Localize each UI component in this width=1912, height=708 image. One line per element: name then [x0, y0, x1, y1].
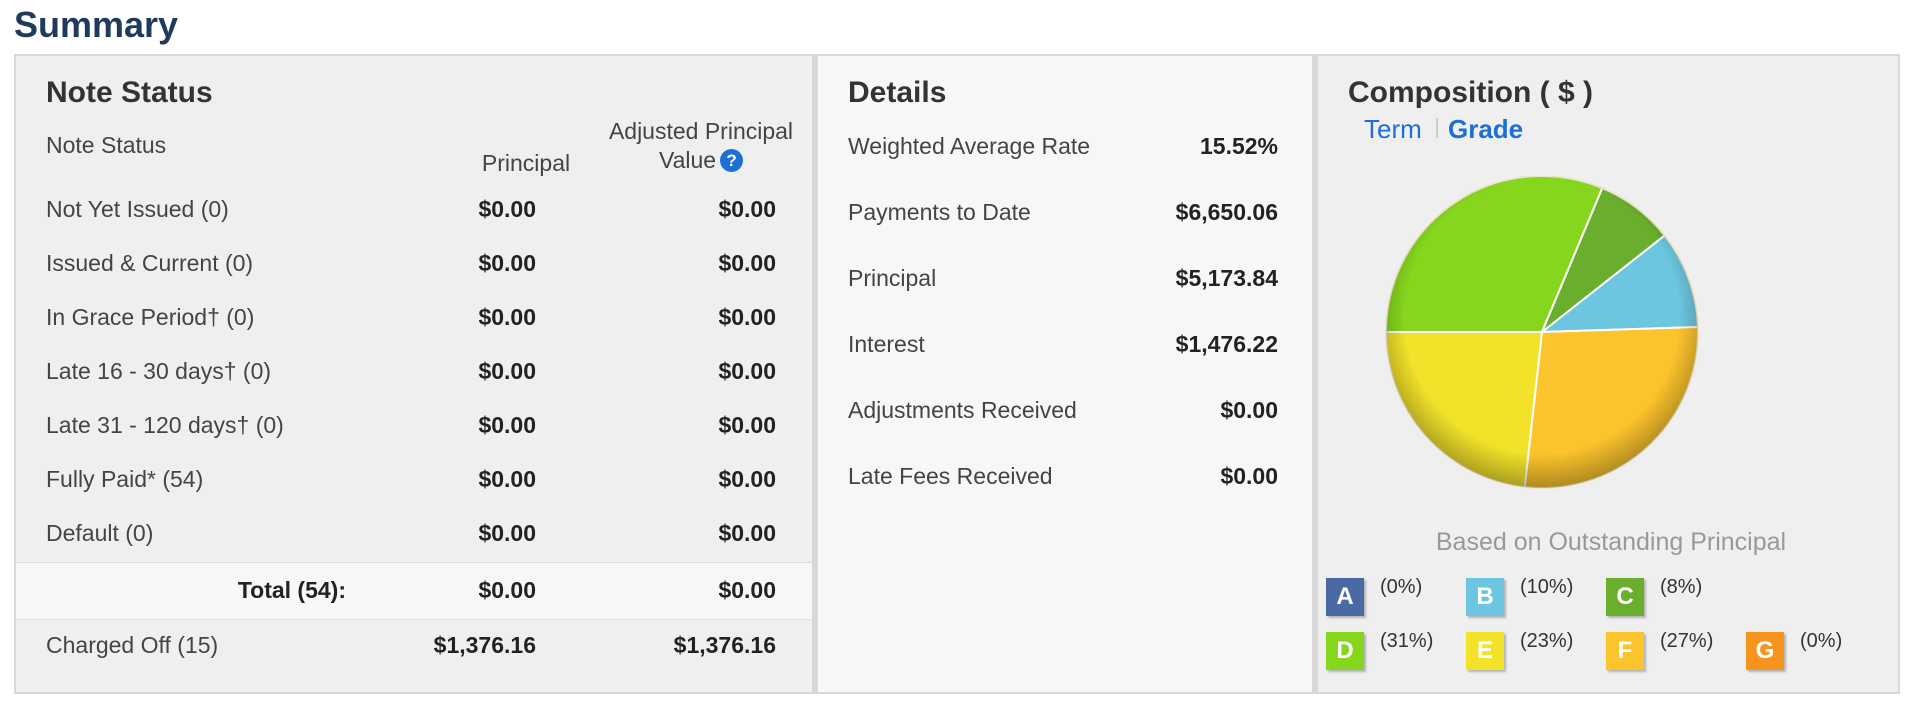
legend-item-f: F (27%) [1606, 630, 1756, 674]
tab-term[interactable]: Term [1364, 114, 1422, 145]
status-row-label: Issued & Current (0) [46, 250, 254, 276]
detail-label-payments-to-date: Payments to Date [848, 199, 1031, 225]
details-panel: Details Weighted Average Rate 15.52% Pay… [814, 54, 1314, 694]
status-row-principal: $0.00 [478, 412, 536, 438]
pie-shading [1385, 176, 1699, 489]
status-row-adjusted: $0.00 [718, 520, 776, 546]
column-header-principal: Principal [481, 150, 571, 176]
status-row-adjusted: $0.00 [718, 412, 776, 438]
column-header-adjusted-line1: Adjusted Principal [608, 118, 794, 144]
legend-item-b: B (10%) [1466, 576, 1616, 620]
status-row-principal: $0.00 [478, 196, 536, 222]
status-row-principal: $0.00 [478, 250, 536, 276]
legend-badge-a: A [1326, 578, 1364, 616]
status-row-adjusted: $0.00 [718, 466, 776, 492]
detail-value-interest: $1,476.22 [1175, 331, 1278, 357]
detail-label-principal: Principal [848, 265, 937, 291]
legend-percent-g: (0%) [1800, 630, 1843, 652]
status-row-label: Default (0) [46, 520, 154, 546]
status-row-late-31-120: Late 31 - 120 days† (0) $0.00 $0.00 [16, 402, 812, 456]
composition-caption: Based on Outstanding Principal [1435, 528, 1787, 556]
page-title: Summary [14, 4, 179, 45]
legend-percent-a: (0%) [1380, 576, 1423, 598]
legend-badge-g: G [1746, 632, 1784, 670]
status-row-label: Late 31 - 120 days† (0) [46, 412, 284, 438]
status-row-label: Late 16 - 30 days† (0) [46, 358, 272, 384]
note-status-panel: Note Status Note Status Principal Adjust… [14, 54, 814, 694]
status-row-not-yet-issued: Not Yet Issued (0) $0.00 $0.00 [16, 186, 812, 240]
charged-off-adjusted: $1,376.16 [673, 632, 776, 658]
status-row-principal: $0.00 [478, 304, 536, 330]
detail-value-principal: $5,173.84 [1175, 265, 1278, 291]
composition-pie-chart [1384, 176, 1699, 489]
charged-off-label: Charged Off (15) [46, 632, 219, 658]
tab-grade[interactable]: Grade [1448, 114, 1523, 145]
legend-percent-f: (27%) [1660, 630, 1714, 652]
total-adjusted: $0.00 [718, 577, 776, 603]
status-row-fully-paid: Fully Paid* (54) $0.00 $0.00 [16, 456, 812, 510]
legend-item-e: E (23%) [1466, 630, 1616, 674]
charged-off-row: Charged Off (15) $1,376.16 $1,376.16 [16, 622, 812, 676]
detail-label-late-fees-received: Late Fees Received [848, 463, 1053, 489]
status-row-label: Not Yet Issued (0) [46, 196, 229, 222]
legend-badge-e: E [1466, 632, 1504, 670]
legend-item-a: A (0%) [1326, 576, 1476, 620]
status-row-adjusted: $0.00 [718, 196, 776, 222]
tab-divider [1436, 118, 1438, 138]
legend-badge-d: D [1326, 632, 1364, 670]
legend-percent-e: (23%) [1520, 630, 1574, 652]
column-header-note-status: Note Status [46, 132, 167, 158]
legend-percent-c: (8%) [1660, 576, 1703, 598]
composition-title: Composition ( $ ) [1348, 76, 1593, 109]
detail-value-weighted-average-rate: 15.52% [1199, 133, 1278, 159]
status-row-principal: $0.00 [478, 520, 536, 546]
legend-badge-b: B [1466, 578, 1504, 616]
column-header-adjusted-line2: Value [658, 147, 717, 173]
status-row-label: Fully Paid* (54) [46, 466, 204, 492]
composition-panel: Composition ( $ ) Term Grade Based on Ou… [1314, 54, 1900, 694]
column-header-adjusted: Adjusted Principal Value? [596, 118, 806, 174]
total-row: Total (54): $0.00 $0.00 [16, 562, 812, 620]
legend-item-c: C (8%) [1606, 576, 1756, 620]
note-status-title: Note Status [46, 76, 213, 109]
legend-percent-b: (10%) [1520, 576, 1574, 598]
total-principal: $0.00 [478, 577, 536, 603]
status-row-adjusted: $0.00 [718, 250, 776, 276]
status-row-adjusted: $0.00 [718, 358, 776, 384]
legend-item-g: G (0%) [1746, 630, 1896, 674]
footnote-cutoff [14, 698, 1900, 708]
detail-value-payments-to-date: $6,650.06 [1175, 199, 1278, 225]
legend-badge-c: C [1606, 578, 1644, 616]
status-row-principal: $0.00 [478, 358, 536, 384]
status-row-default: Default (0) $0.00 $0.00 [16, 510, 812, 564]
status-row-late-16-30: Late 16 - 30 days† (0) $0.00 $0.00 [16, 348, 812, 402]
status-row-label: In Grace Period† (0) [46, 304, 255, 330]
status-row-principal: $0.00 [478, 466, 536, 492]
details-title: Details [848, 76, 947, 109]
charged-off-principal: $1,376.16 [433, 632, 536, 658]
legend-item-d: D (31%) [1326, 630, 1476, 674]
total-label: Total (54): [237, 577, 346, 603]
legend-percent-d: (31%) [1380, 630, 1434, 652]
status-row-grace-period: In Grace Period† (0) $0.00 $0.00 [16, 294, 812, 348]
status-row-issued-current: Issued & Current (0) $0.00 $0.00 [16, 240, 812, 294]
detail-value-late-fees-received: $0.00 [1220, 463, 1278, 489]
status-row-adjusted: $0.00 [718, 304, 776, 330]
detail-value-adjustments-received: $0.00 [1220, 397, 1278, 423]
legend-badge-f: F [1606, 632, 1644, 670]
help-icon[interactable]: ? [720, 149, 744, 172]
detail-label-interest: Interest [848, 331, 925, 357]
